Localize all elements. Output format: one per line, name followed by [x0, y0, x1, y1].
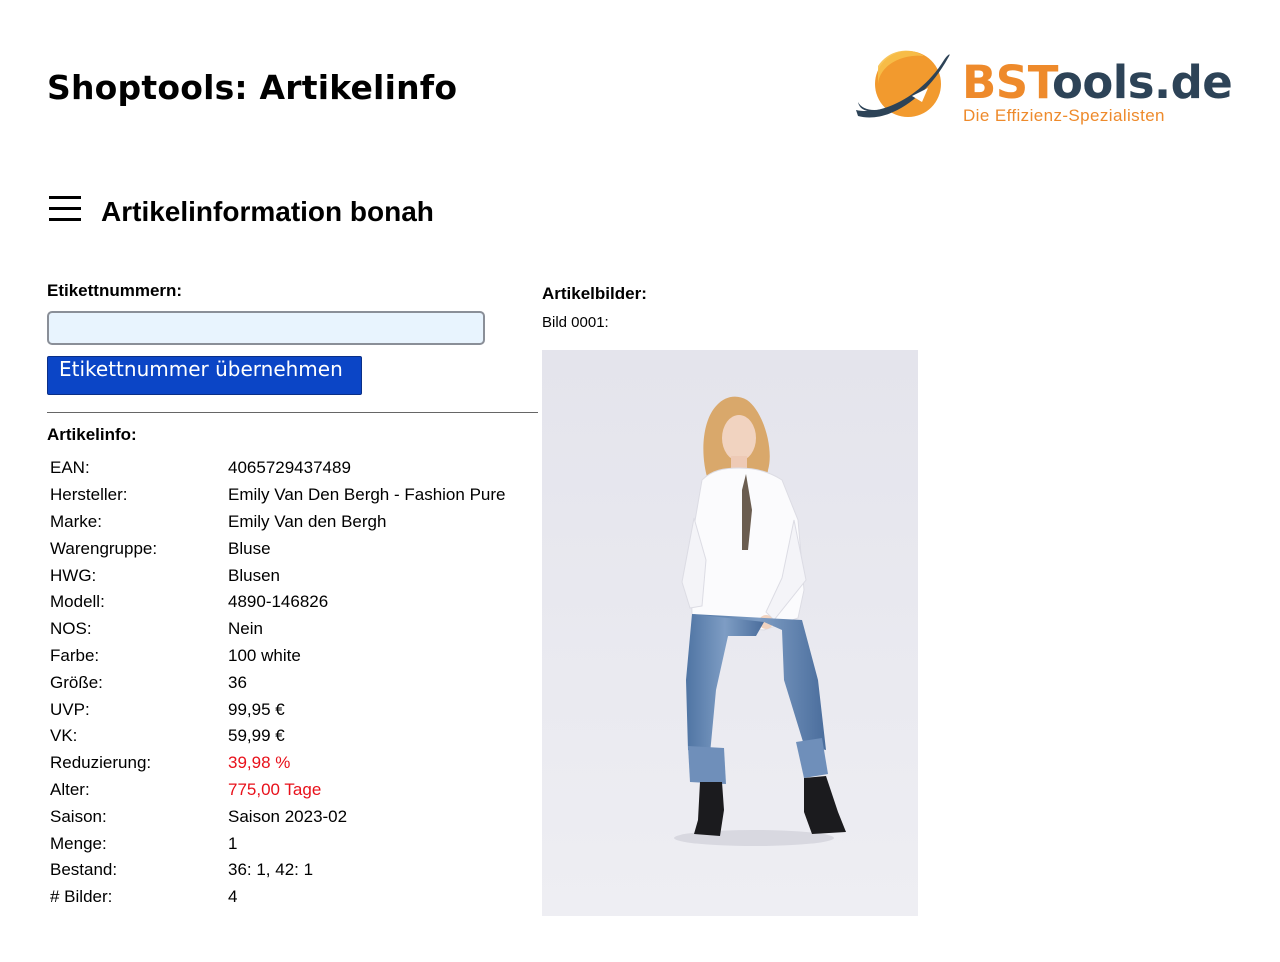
- info-key: Hersteller:: [50, 485, 128, 505]
- logo-brand-highlight: BST: [962, 56, 1052, 109]
- info-row: VK: 59,99 €: [47, 723, 505, 750]
- info-value: 100 white: [228, 645, 301, 665]
- info-key: EAN:: [50, 458, 90, 478]
- info-key: Warengruppe:: [50, 538, 158, 558]
- info-row: EAN: 4065729437489: [47, 455, 505, 482]
- etikettnummern-label: Etikettnummern:: [47, 281, 183, 300]
- info-key: Marke:: [50, 511, 102, 531]
- info-key: Saison:: [50, 806, 107, 826]
- info-row: Alter: 775,00 Tage: [47, 777, 505, 804]
- product-image[interactable]: [542, 350, 918, 916]
- info-key: NOS:: [50, 619, 92, 639]
- info-value: Nein: [228, 619, 263, 639]
- info-key: HWG:: [50, 565, 97, 585]
- info-value: Emily Van Den Bergh - Fashion Pure: [228, 485, 506, 505]
- globe-swoosh-icon: [856, 50, 950, 118]
- bstools-logo[interactable]: BSTools.de Die Effizienz-Spezialisten: [852, 44, 1233, 126]
- info-value: Saison 2023-02: [228, 806, 348, 826]
- info-key: Modell:: [50, 592, 105, 612]
- info-value: 36: [228, 672, 247, 692]
- info-value: 4: [228, 887, 238, 907]
- info-key: VK:: [50, 726, 78, 746]
- info-row: HWG: Blusen: [47, 562, 505, 589]
- artikelinfo-table: EAN: 4065729437489 Hersteller: Emily Van De…: [47, 455, 505, 911]
- info-key: Menge:: [50, 833, 107, 853]
- info-value: 99,95 €: [228, 699, 285, 719]
- info-row: # Bilder: 4: [47, 884, 505, 911]
- info-row: Farbe: 100 white: [47, 643, 505, 670]
- info-row: Hersteller: Emily Van Den Bergh - Fashion…: [47, 482, 505, 509]
- info-row: UVP: 99,95 €: [47, 696, 505, 723]
- info-row: Reduzierung: 39,98 %: [47, 750, 505, 777]
- info-key: Reduzierung:: [50, 753, 152, 773]
- logo-brand-rest: ools.de: [1051, 56, 1233, 109]
- info-key: # Bilder:: [50, 887, 113, 907]
- divider: [47, 412, 538, 413]
- page-title: Shoptools: Artikelinfo: [47, 68, 458, 107]
- info-row: NOS: Nein: [47, 616, 505, 643]
- etikettnummer-submit-button[interactable]: Etikettnummer übernehmen ...: [47, 356, 362, 405]
- section-title: Artikelinformation bonah: [101, 196, 434, 227]
- hamburger-menu-icon[interactable]: [49, 194, 81, 224]
- info-row: Bestand: 36: 1, 42: 1: [47, 857, 505, 884]
- info-value: 775,00 Tage: [228, 779, 322, 799]
- info-value: 4890-146826: [228, 592, 329, 612]
- info-key: Größe:: [50, 672, 103, 692]
- info-key: Alter:: [50, 779, 90, 799]
- info-row: Warengruppe: Bluse: [47, 535, 505, 562]
- artikelinfo-label: Artikelinfo:: [47, 425, 137, 444]
- info-value: Emily Van den Bergh: [228, 511, 387, 531]
- info-value: Bluse: [228, 538, 271, 558]
- etikettnummer-input[interactable]: [47, 311, 485, 345]
- info-key: Bestand:: [50, 860, 118, 880]
- info-value: 39,98 %: [228, 753, 291, 773]
- logo-brand: BSTools.de: [962, 56, 1233, 109]
- info-row: Marke: Emily Van den Bergh: [47, 509, 505, 536]
- info-row: Saison: Saison 2023-02: [47, 803, 505, 830]
- logo-tagline: Die Effizienz-Spezialisten: [963, 106, 1165, 125]
- artikelbilder-label: Artikelbilder:: [542, 284, 647, 303]
- info-value: Blusen: [228, 565, 280, 585]
- info-key: UVP:: [50, 699, 90, 719]
- info-value: 59,99 €: [228, 726, 285, 746]
- info-value: 1: [228, 833, 238, 853]
- info-row: Menge: 1: [47, 830, 505, 857]
- bild-label: Bild 0001:: [542, 314, 609, 331]
- info-value: 4065729437489: [228, 458, 351, 478]
- info-value: 36: 1, 42: 1: [228, 860, 314, 880]
- info-row: Größe: 36: [47, 669, 505, 696]
- info-row: Modell: 4890-146826: [47, 589, 505, 616]
- info-key: Farbe:: [50, 645, 100, 665]
